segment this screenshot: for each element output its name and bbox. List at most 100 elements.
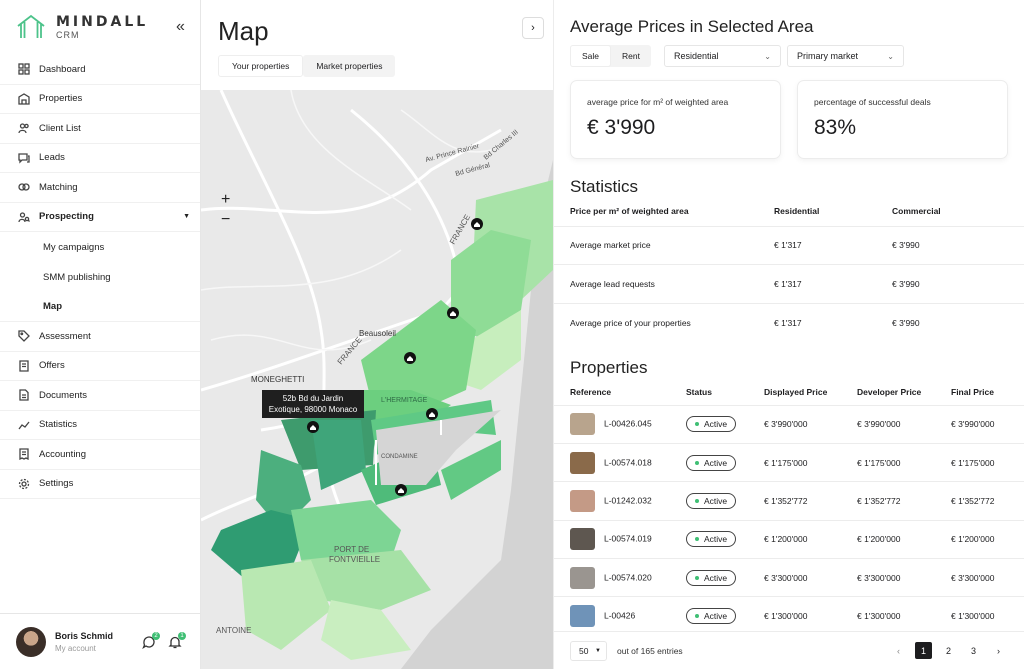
property-thumbnail[interactable] <box>570 413 595 436</box>
sidebar-item-offers[interactable]: Offers <box>0 352 200 381</box>
status-text: Active <box>704 534 728 545</box>
brand-name: MINDALL <box>56 13 149 30</box>
sidebar-item-client-list[interactable]: Client List <box>0 114 200 144</box>
market-select[interactable]: Primary market ⌄ <box>787 45 904 67</box>
table-row[interactable]: L-00574.018 Active € 1'175'000 € 1'175'000 €… <box>554 442 1024 482</box>
reference-text: L-01242.032 <box>604 495 652 506</box>
statistics-table: Price per m² of weighted area Residentia… <box>554 196 1024 342</box>
table-row[interactable]: L-00574.019 Active € 1'200'000 € 1'200'000 €… <box>554 519 1024 559</box>
avatar[interactable] <box>16 626 46 657</box>
sidebar-item-label: Accounting <box>39 448 87 460</box>
status-text: Active <box>704 419 728 430</box>
gear-icon <box>18 478 30 490</box>
messages-badge: 2 <box>152 631 160 640</box>
property-thumbnail[interactable] <box>570 566 595 589</box>
status-dot-icon <box>695 460 699 465</box>
table-cell: € 3'990 <box>892 264 1024 303</box>
table-cell: € 1'317 <box>774 225 892 265</box>
property-thumbnail[interactable] <box>570 489 595 512</box>
property-thumbnail[interactable] <box>570 451 595 474</box>
panel-title: Average Prices in Selected Area <box>570 17 814 36</box>
zoom-out-button[interactable]: − <box>221 210 230 230</box>
market-value: Primary market <box>797 51 859 61</box>
pagination: 50 ▼ out of 165 entries ‹ 1 2 3 › <box>554 631 1024 669</box>
sidebar-item-properties[interactable]: Properties <box>0 85 200 114</box>
map-label: CONDAMINE <box>381 454 418 460</box>
notifications-button[interactable]: 1 <box>168 631 186 649</box>
expand-map-button[interactable]: › <box>522 17 544 39</box>
column-header: Residential <box>774 205 820 216</box>
zoom-in-button[interactable]: + <box>221 190 230 210</box>
map-canvas[interactable]: Av. Prince Rainier Bd Général Bd Charles… <box>201 90 553 669</box>
sidebar-item-prospecting[interactable]: Prospecting ▼ <box>0 203 200 232</box>
receipt-icon <box>18 448 30 461</box>
reference-cell: L-00574.019 <box>554 519 686 559</box>
map-svg[interactable]: Av. Prince Rainier Bd Général Bd Charles… <box>201 90 553 669</box>
tab-your-properties[interactable]: Your properties <box>218 55 304 77</box>
page-list: ‹ 1 2 3 › <box>890 642 1007 659</box>
status-text: Active <box>704 572 728 583</box>
property-thumbnail[interactable] <box>570 528 595 551</box>
card-value: € 3'990 <box>587 116 656 139</box>
brand-logo[interactable]: MINDALL CRM <box>16 14 148 40</box>
status-dot-icon <box>695 614 699 619</box>
sidebar-item-matching[interactable]: Matching <box>0 173 200 203</box>
deal-type-toggle: Sale Rent <box>570 45 651 67</box>
column-header: Status <box>686 386 712 397</box>
sidebar-item-leads[interactable]: Leads <box>0 144 200 173</box>
table-row[interactable]: L-01242.032 Active € 1'352'772 € 1'352'772 €… <box>554 481 1024 521</box>
sidebar-item-accounting[interactable]: Accounting <box>0 440 200 470</box>
sidebar-subitem-map[interactable]: Map <box>0 292 200 322</box>
collapse-sidebar-icon[interactable]: « <box>176 18 185 36</box>
page-1[interactable]: 1 <box>915 642 932 659</box>
status-dot-icon <box>695 422 699 427</box>
sidebar-item-label: Leads <box>39 152 65 164</box>
tag-icon <box>18 330 30 343</box>
reference-cell: L-00574.020 <box>554 558 686 597</box>
sidebar-item-dashboard[interactable]: Dashboard <box>0 55 200 85</box>
success-rate-card: percentage of successful deals 83% <box>797 80 1008 159</box>
zoom-controls: + − <box>221 190 230 230</box>
sidebar-subitem-smm-publishing[interactable]: SMM publishing <box>0 262 200 292</box>
status-dot-icon <box>695 537 699 542</box>
page-3[interactable]: 3 <box>965 642 982 659</box>
developer-price-cell: € 1'200'000 <box>857 519 951 559</box>
per-page-select[interactable]: 50 ▼ <box>570 640 607 661</box>
page-2[interactable]: 2 <box>940 642 957 659</box>
statistics-title: Statistics <box>570 177 639 196</box>
toggle-rent[interactable]: Rent <box>611 45 651 67</box>
table-row[interactable]: L-00574.020 Active € 3'300'000 € 3'300'000 €… <box>554 558 1024 597</box>
chart-icon <box>18 419 30 431</box>
sidebar: MINDALL CRM « Dashboard Properties Clien… <box>0 0 201 669</box>
table-row[interactable]: L-00426 Active € 1'300'000 € 1'300'000 € 1'3… <box>554 596 1024 636</box>
property-type-value: Residential <box>674 51 719 61</box>
house-logo-icon <box>17 14 45 38</box>
sidebar-item-label: Offers <box>39 360 65 372</box>
final-price-cell: € 1'300'000 <box>951 596 1024 636</box>
table-cell: € 3'990 <box>892 225 1024 265</box>
table-row[interactable]: L-00426.045 Active € 3'990'000 € 3'990'000 €… <box>554 404 1024 444</box>
property-thumbnail[interactable] <box>570 605 595 628</box>
table-cell: € 1'317 <box>774 264 892 303</box>
prev-page-button[interactable]: ‹ <box>890 642 907 659</box>
map-tooltip: 52b Bd du Jardin Exotique, 98000 Monaco <box>262 390 364 418</box>
tab-market-properties[interactable]: Market properties <box>303 55 396 77</box>
toggle-sale[interactable]: Sale <box>570 45 612 67</box>
messages-button[interactable]: 2 <box>142 631 160 649</box>
next-page-button[interactable]: › <box>990 642 1007 659</box>
sidebar-item-assessment[interactable]: Assessment <box>0 322 200 352</box>
prices-panel: Average Prices in Selected Area Sale Ren… <box>553 0 1024 669</box>
sidebar-item-documents[interactable]: Documents <box>0 381 200 411</box>
reference-cell: L-00574.018 <box>554 442 686 482</box>
reference-cell: L-01242.032 <box>554 481 686 521</box>
user-name: Boris Schmid <box>55 630 114 641</box>
caret-down-icon: ▼ <box>183 213 190 221</box>
user-profile[interactable]: Boris Schmid My account 2 1 <box>0 613 200 669</box>
property-type-select[interactable]: Residential ⌄ <box>664 45 781 67</box>
sidebar-item-statistics[interactable]: Statistics <box>0 411 200 440</box>
sidebar-item-settings[interactable]: Settings <box>0 470 200 499</box>
chevron-down-icon: ⌄ <box>764 51 771 61</box>
status-cell: Active <box>686 442 764 482</box>
status-dot-icon <box>695 575 699 580</box>
sidebar-subitem-my-campaigns[interactable]: My campaigns <box>0 232 200 262</box>
